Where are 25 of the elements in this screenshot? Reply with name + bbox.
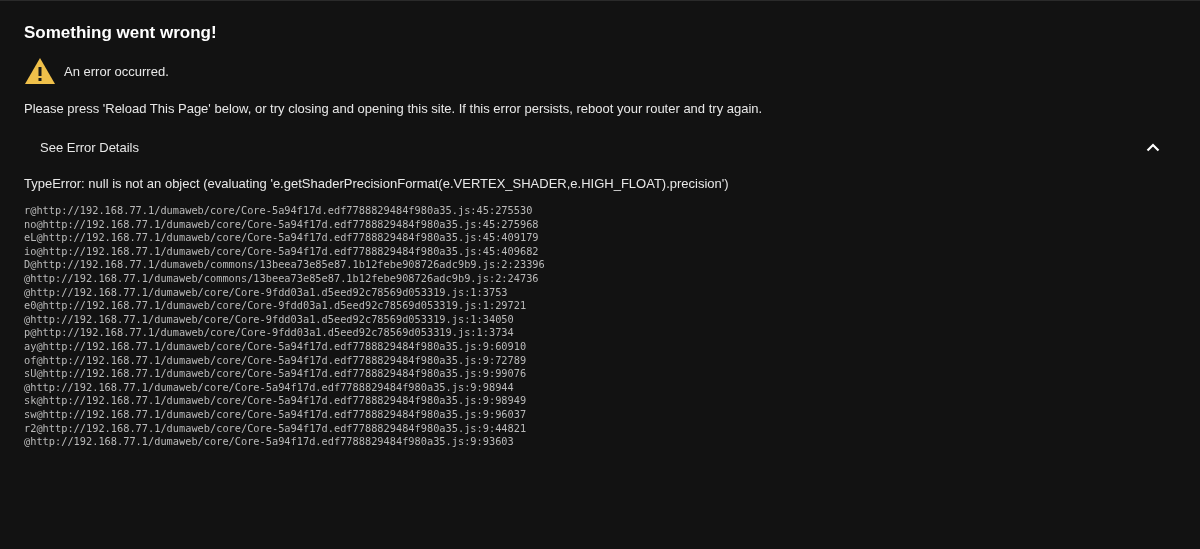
stack-trace-line: sk@http://192.168.77.1/dumaweb/core/Core-5a94f17d.edf7788829484f980a35.js:9:98949	[24, 394, 527, 408]
stack-trace-line: D@http://192.168.77.1/dumaweb/commons/13beea73e85e87.1b12febe908726adc9b9.js:2:23396	[24, 258, 545, 272]
instruction-text: Please press 'Reload This Page' below, or try closing and opening this site. If this error persists, reboot your router and try again.	[24, 101, 763, 116]
stack-trace-line: of@http://192.168.77.1/dumaweb/core/Core-5a94f17d.edf7788829484f980a35.js:9:72789	[24, 353, 527, 368]
stack-trace-line: @http://192.168.77.1/dumaweb/core/Core-5a94f17d.edf7788829484f980a35.js:9:93603	[24, 435, 514, 449]
page-title: Something went wrong!	[24, 23, 217, 43]
stack-trace-line: e0@http://192.168.77.1/dumaweb/core/Core-9fdd03a1.d5eed92c78569d053319.js:1:29721	[24, 299, 527, 313]
stack-trace-line: r2@http://192.168.77.1/dumaweb/core/Core-5a94f17d.edf7788829484f980a35.js:9:44821	[24, 421, 527, 436]
stack-trace-line: no@http://192.168.77.1/dumaweb/core/Core-5a94f17d.edf7788829484f980a35.js:45:275968	[24, 217, 539, 232]
stack-trace-line: io@http://192.168.77.1/dumaweb/core/Core-5a94f17d.edf7788829484f980a35.js:45:409682	[24, 244, 539, 259]
stack-trace-line: r@http://192.168.77.1/dumaweb/core/Core-5a94f17d.edf7788829484f980a35.js:45:275530	[24, 204, 533, 218]
warning-icon	[24, 57, 56, 85]
error-message: TypeError: null is not an object (evaluating 'e.getShaderPrecisionFormat(e.VERTEX_SHADER,e.HIGH_FLOAT).precision')	[24, 176, 729, 191]
stack-trace-line: ay@http://192.168.77.1/dumaweb/core/Core-5a94f17d.edf7788829484f980a35.js:9:60910	[24, 339, 527, 354]
details-toggle[interactable]: See Error Details	[24, 137, 1176, 157]
stack-trace-line: @http://192.168.77.1/dumaweb/commons/13beea73e85e87.1b12febe908726adc9b9.js:2:24736	[24, 271, 539, 286]
stack-trace-line: sw@http://192.168.77.1/dumaweb/core/Core-5a94f17d.edf7788829484f980a35.js:9:96037	[24, 407, 527, 422]
stack-trace-line: @http://192.168.77.1/dumaweb/core/Core-5a94f17d.edf7788829484f980a35.js:9:98944	[24, 380, 514, 395]
stack-trace-line: @http://192.168.77.1/dumaweb/core/Core-9fdd03a1.d5eed92c78569d053319.js:1:3753	[24, 285, 508, 300]
stack-trace-line: @http://192.168.77.1/dumaweb/core/Core-9fdd03a1.d5eed92c78569d053319.js:1:34050	[24, 312, 514, 327]
chevron-up-icon	[1146, 142, 1160, 152]
stack-trace-line: p@http://192.168.77.1/dumaweb/core/Core-9fdd03a1.d5eed92c78569d053319.js:1:3734	[24, 326, 514, 340]
stack-trace-line: eL@http://192.168.77.1/dumaweb/core/Core-5a94f17d.edf7788829484f980a35.js:45:409179	[24, 231, 539, 245]
stack-trace-line: sU@http://192.168.77.1/dumaweb/core/Core-5a94f17d.edf7788829484f980a35.js:9:99076	[24, 367, 527, 381]
alert-message: An error occurred.	[64, 63, 169, 79]
